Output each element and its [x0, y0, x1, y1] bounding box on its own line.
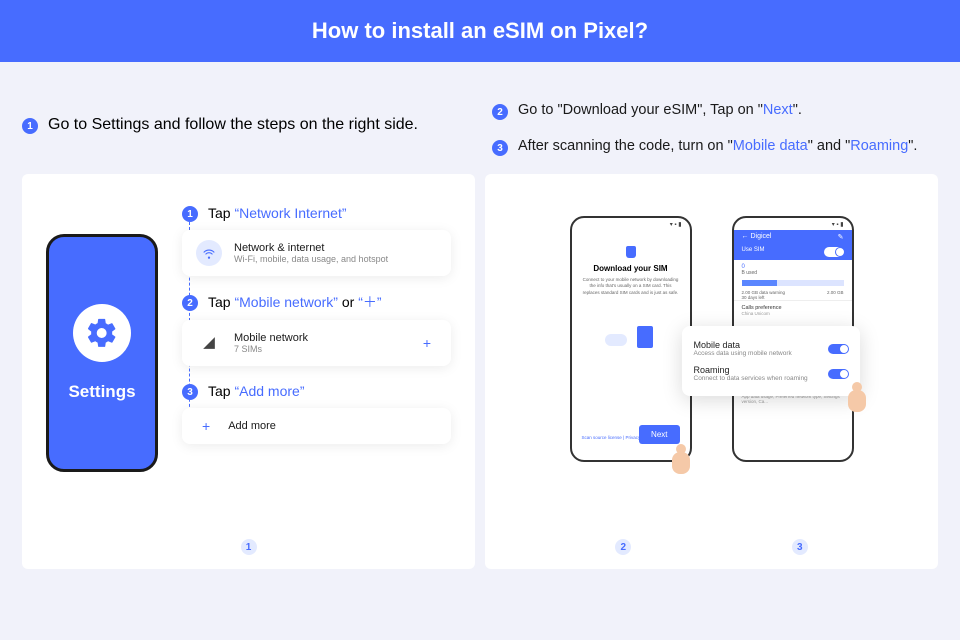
signal-icon [196, 330, 222, 356]
roaming-toggle [828, 369, 848, 379]
usage-bar [742, 280, 844, 286]
download-desc: Connect to your mobile network by downlo… [582, 277, 680, 296]
page-title: How to install an eSIM on Pixel? [312, 18, 648, 44]
substep-num-2: 2 [182, 295, 198, 311]
mobile-network-card: Mobile network7 SIMs + [182, 320, 451, 366]
substep-2: 2Tap “Mobile network” or “＋” Mobile netw… [182, 292, 451, 366]
wifi-icon [196, 240, 222, 266]
substep-3: 3Tap “Add more” + Add more [182, 382, 451, 444]
cloud-sim-illustration [599, 326, 663, 358]
hand-pointer-icon [668, 444, 698, 482]
phone-data-settings: ▾ ▪ ▮ ← Digicel✎ Use SIM 0 B used 2.00 G… [732, 216, 854, 462]
use-sim-toggle [824, 247, 844, 257]
settings-label: Settings [68, 382, 135, 402]
shield-icon [626, 246, 636, 258]
plus-icon: + [196, 418, 216, 434]
panel-2-3: ▾ ▪ ▮ Download your SIM Connect to your … [485, 174, 938, 569]
intro-step-1: 1 Go to Settings and follow the steps on… [22, 102, 468, 156]
header: How to install an eSIM on Pixel? [0, 0, 960, 62]
step-1-text: Go to Settings and follow the steps on t… [48, 116, 418, 134]
intro-step-3: 3 After scanning the code, turn on "Mobi… [492, 138, 938, 156]
intro-section: 1 Go to Settings and follow the steps on… [0, 62, 960, 174]
edit-icon: ✎ [838, 233, 844, 241]
sim-icon [637, 326, 653, 348]
status-bar: ▾ ▪ ▮ [572, 218, 690, 230]
phone-download-sim: ▾ ▪ ▮ Download your SIM Connect to your … [570, 216, 692, 462]
status-bar: ▾ ▪ ▮ [734, 218, 852, 230]
substep-num-3: 3 [182, 384, 198, 400]
panels: Settings 1Tap “Network Internet” Network… [0, 174, 960, 569]
download-title: Download your SIM [593, 264, 667, 273]
intro-right-steps: 2 Go to "Download your eSIM", Tap on "Ne… [468, 102, 938, 156]
panel-marker-3: 3 [792, 539, 808, 555]
panel-1: Settings 1Tap “Network Internet” Network… [22, 174, 475, 569]
plus-icon: + [417, 335, 437, 351]
step-number-2: 2 [492, 104, 508, 120]
next-button: Next [639, 425, 679, 444]
add-more-card: + Add more [182, 408, 451, 444]
step-3-text: After scanning the code, turn on "Mobile… [518, 138, 917, 154]
cloud-icon [605, 334, 627, 346]
step-number-3: 3 [492, 140, 508, 156]
step-number-1: 1 [22, 118, 38, 134]
settings-phone-illustration: Settings [46, 234, 158, 472]
hand-pointer-icon [844, 382, 874, 420]
panel-marker-1: 1 [241, 539, 257, 555]
gear-icon [73, 304, 131, 362]
panel-marker-2: 2 [615, 539, 631, 555]
substeps: 1Tap “Network Internet” Network & intern… [182, 204, 451, 472]
substep-1: 1Tap “Network Internet” Network & intern… [182, 204, 451, 276]
substep-num-1: 1 [182, 206, 198, 222]
step-2-text: Go to "Download your eSIM", Tap on "Next… [518, 102, 802, 118]
intro-step-2: 2 Go to "Download your eSIM", Tap on "Ne… [492, 102, 938, 120]
network-internet-card: Network & internetWi-Fi, mobile, data us… [182, 230, 451, 276]
mobile-data-popup: Mobile dataAccess data using mobile netw… [682, 326, 860, 396]
mobile-data-toggle [828, 344, 848, 354]
